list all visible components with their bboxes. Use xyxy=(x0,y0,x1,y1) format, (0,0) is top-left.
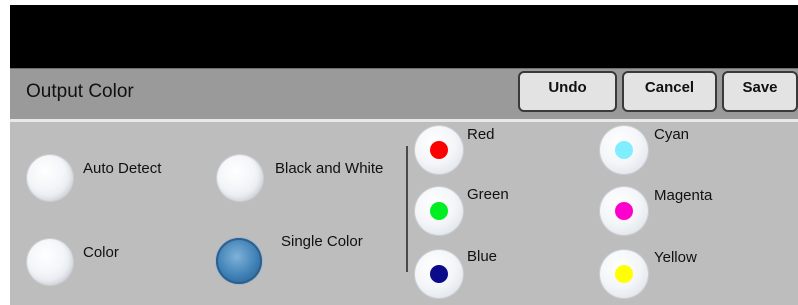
color-label: Red xyxy=(467,126,495,143)
undo-button[interactable]: Undo xyxy=(518,71,617,112)
red-swatch-icon xyxy=(430,141,448,159)
mode-label: Black and White xyxy=(275,160,384,177)
color-radio[interactable] xyxy=(415,250,463,298)
green-swatch-icon xyxy=(430,202,448,220)
color-radio[interactable] xyxy=(600,187,648,235)
color-radio[interactable] xyxy=(600,126,648,174)
radio-button[interactable] xyxy=(27,239,73,285)
cancel-button[interactable]: Cancel xyxy=(622,71,717,112)
mode-label: Auto Detect xyxy=(83,160,162,177)
cyan-swatch-icon xyxy=(615,141,633,159)
radio-button-selected[interactable] xyxy=(216,238,262,284)
radio-button[interactable] xyxy=(27,155,73,201)
top-black-bar xyxy=(10,5,798,68)
options-panel: Auto Detect Black and White Color Single… xyxy=(10,119,798,305)
divider xyxy=(406,146,408,272)
mode-label: Single Color xyxy=(281,233,363,250)
page-title: Output Color xyxy=(26,81,134,102)
save-button[interactable]: Save xyxy=(722,71,798,112)
mode-label: Color xyxy=(83,244,119,261)
color-radio[interactable] xyxy=(415,126,463,174)
color-radio[interactable] xyxy=(415,187,463,235)
header-bar: Output Color Undo Cancel Save xyxy=(10,68,798,119)
radio-button[interactable] xyxy=(217,155,263,201)
color-label: Yellow xyxy=(654,249,697,266)
color-label: Magenta xyxy=(654,187,713,204)
color-radio[interactable] xyxy=(600,250,648,298)
output-color-window: Output Color Undo Cancel Save Auto Detec… xyxy=(10,5,798,305)
yellow-swatch-icon xyxy=(615,265,633,283)
color-label: Blue xyxy=(467,248,498,265)
magenta-swatch-icon xyxy=(615,202,633,220)
blue-swatch-icon xyxy=(430,265,448,283)
color-label: Green xyxy=(467,186,509,203)
color-label: Cyan xyxy=(654,126,690,143)
